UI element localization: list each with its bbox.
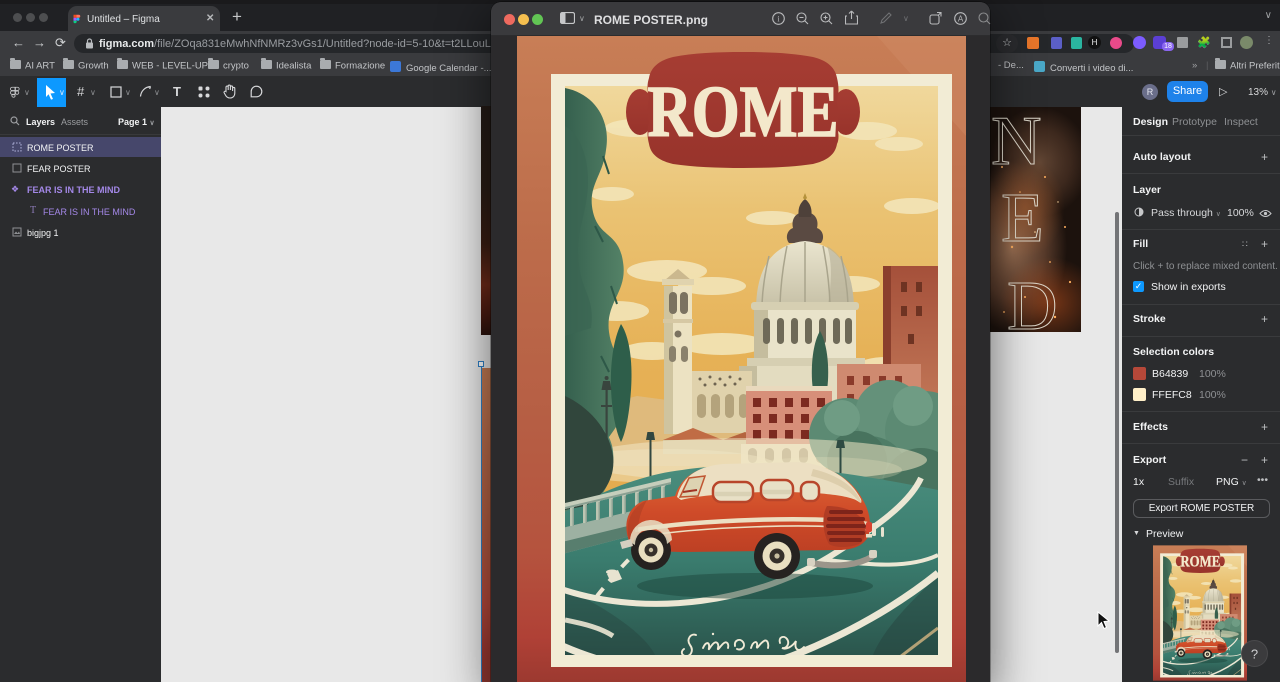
svg-text:E: E xyxy=(1001,180,1044,257)
svg-text:A: A xyxy=(958,15,964,24)
svg-text:ROME: ROME xyxy=(648,71,839,152)
svg-text:?: ? xyxy=(1251,647,1258,662)
svg-text:i: i xyxy=(777,15,780,24)
svg-text:D: D xyxy=(1007,268,1058,332)
svg-text:N: N xyxy=(991,107,1042,180)
